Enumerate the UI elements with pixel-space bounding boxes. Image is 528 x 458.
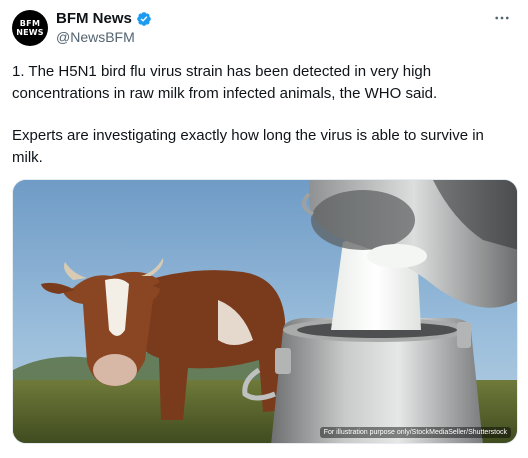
avatar[interactable]: BFM NEWS: [12, 10, 48, 46]
media-caption: For illustration purpose only/StockMedia…: [319, 427, 511, 438]
avatar-text-line1: BFM: [19, 19, 41, 28]
verified-badge-icon[interactable]: [136, 11, 152, 27]
tweet-text-paragraph-2: Experts are investigating exactly how lo…: [12, 127, 484, 166]
handle[interactable]: @NewsBFM: [56, 29, 135, 45]
avatar-text-line2: NEWS: [16, 28, 44, 37]
more-horizontal-icon[interactable]: [488, 8, 516, 28]
cow-and-milk-can-photo: [13, 180, 517, 443]
author-name-row: BFM News: [56, 10, 152, 27]
tweet-media-image[interactable]: For illustration purpose only/StockMedia…: [12, 179, 518, 444]
tweet-card[interactable]: BFM NEWS BFM News @NewsBFM 1. The H5N1 b…: [0, 0, 528, 458]
tweet-text-paragraph-1: 1. The H5N1 bird flu virus strain has be…: [12, 63, 438, 102]
display-name[interactable]: BFM News: [56, 10, 132, 27]
